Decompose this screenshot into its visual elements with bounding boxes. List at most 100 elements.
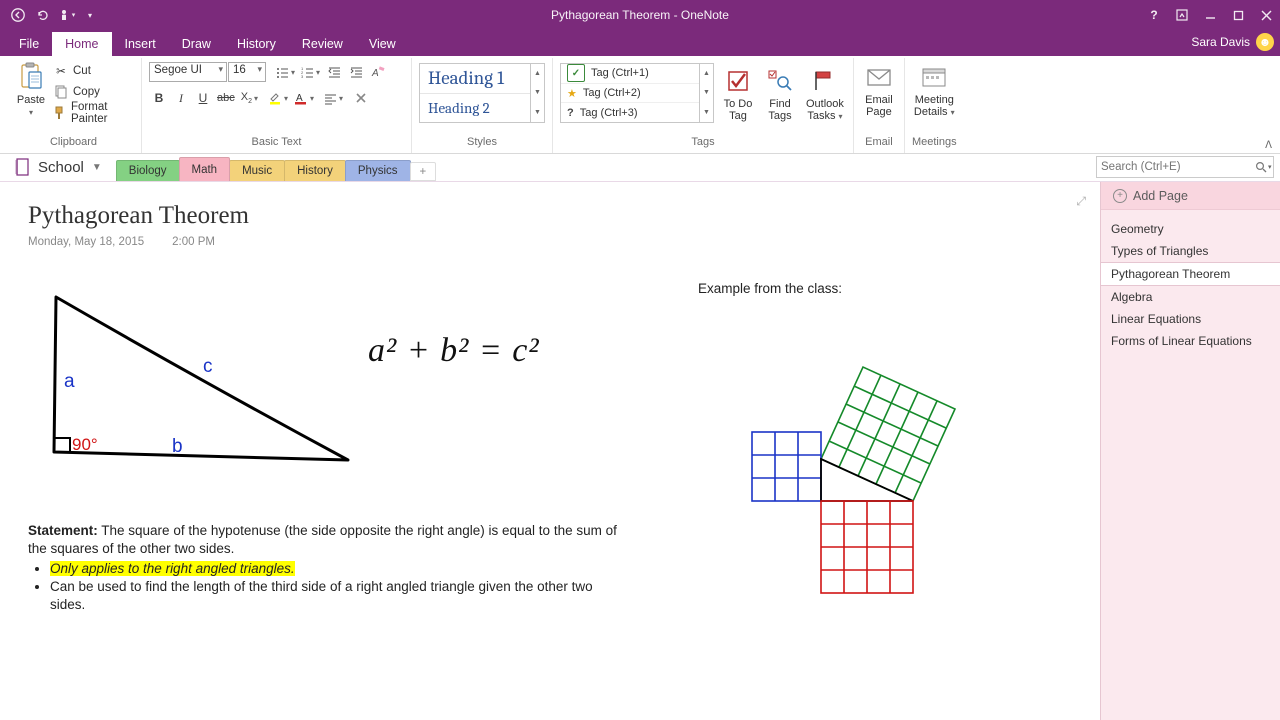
close-button[interactable] <box>1252 0 1280 30</box>
add-section-button[interactable]: + <box>410 162 437 181</box>
customize-qat-button[interactable]: ▾ <box>78 3 102 27</box>
undo-button[interactable] <box>30 3 54 27</box>
tab-file[interactable]: File <box>6 32 52 56</box>
format-painter-button[interactable]: Format Painter <box>51 102 134 123</box>
equation-drawing: a² + b² = c² <box>368 332 540 370</box>
cut-button[interactable]: ✂Cut <box>51 60 134 81</box>
bold-button[interactable]: B <box>149 88 169 108</box>
todo-tag-button[interactable]: To Do Tag <box>720 63 756 124</box>
tab-history[interactable]: History <box>224 32 289 56</box>
expand-page-button[interactable]: ⤢ <box>1076 194 1086 209</box>
page-item-linear-eq[interactable]: Linear Equations <box>1101 308 1280 330</box>
outdent-button[interactable] <box>324 62 344 82</box>
search-icon[interactable]: ▾ <box>1255 161 1272 173</box>
svg-text:c: c <box>203 356 213 377</box>
copy-icon <box>53 84 69 100</box>
paste-label: Paste <box>17 94 45 106</box>
section-tab-math[interactable]: Math <box>179 157 231 181</box>
meeting-details-button[interactable]: Meeting Details ▾ <box>912 59 957 121</box>
delete-button[interactable] <box>351 88 371 108</box>
styles-more[interactable]: ▼ <box>531 103 544 122</box>
group-label-email: Email <box>861 136 897 153</box>
tab-draw[interactable]: Draw <box>169 32 224 56</box>
question-icon: ? <box>567 107 574 119</box>
minimize-button[interactable] <box>1196 0 1224 30</box>
highlight-button[interactable] <box>266 88 290 108</box>
underline-button[interactable]: U <box>193 88 213 108</box>
find-tags-button[interactable]: Find Tags <box>762 63 798 124</box>
paste-button[interactable]: Paste▾ <box>13 59 49 121</box>
copy-button[interactable]: Copy <box>51 81 134 102</box>
tags-up[interactable]: ▲ <box>700 64 713 83</box>
collapse-ribbon-button[interactable]: ᐱ <box>1265 140 1272 151</box>
page-item-algebra[interactable]: Algebra <box>1101 286 1280 308</box>
styles-up[interactable]: ▲ <box>531 64 544 83</box>
styles-gallery[interactable]: Heading 1 Heading 2 <box>419 63 531 123</box>
triangle-drawing: a b c 90° <box>28 282 358 482</box>
section-tab-music[interactable]: Music <box>229 160 285 181</box>
font-size-selector[interactable]: 16 <box>228 62 266 82</box>
notebook-bar: School▼ Biology Math Music History Physi… <box>0 154 1280 182</box>
squares-proof-drawing <box>688 304 988 594</box>
page-item-linear-forms[interactable]: Forms of Linear Equations <box>1101 330 1280 352</box>
strikethrough-button[interactable]: abc <box>215 88 237 108</box>
styles-down[interactable]: ▼ <box>531 83 544 102</box>
user-name: Sara Davis <box>1191 35 1250 49</box>
tags-gallery[interactable]: ✓Tag (Ctrl+1) ★Tag (Ctrl+2) ?Tag (Ctrl+3… <box>560 63 700 123</box>
page-item-pythagorean[interactable]: Pythagorean Theorem <box>1101 262 1280 286</box>
tab-view[interactable]: View <box>356 32 409 56</box>
chevron-down-icon: ▼ <box>92 162 102 173</box>
section-tab-history[interactable]: History <box>284 160 346 181</box>
tag-3[interactable]: ?Tag (Ctrl+3) <box>561 102 699 122</box>
tag-1[interactable]: ✓Tag (Ctrl+1) <box>561 64 699 83</box>
ribbon-display-button[interactable] <box>1168 0 1196 30</box>
numbering-button[interactable]: 123 <box>299 62 322 82</box>
back-button[interactable] <box>6 3 30 27</box>
page-canvas[interactable]: ⤢ Pythagorean Theorem Monday, May 18, 20… <box>0 182 1100 720</box>
group-label-styles: Styles <box>419 136 545 153</box>
group-label-tags: Tags <box>560 136 846 153</box>
page-title[interactable]: Pythagorean Theorem <box>28 202 1072 230</box>
ribbon: Paste▾ ✂Cut Copy Format Painter Clipboar… <box>0 56 1280 154</box>
page-item-geometry[interactable]: Geometry <box>1101 218 1280 240</box>
clear-formatting-button[interactable]: A <box>368 62 388 82</box>
search-box[interactable]: ▾ <box>1096 156 1274 178</box>
font-selector[interactable]: Segoe UI <box>149 62 227 82</box>
scissors-icon: ✂ <box>53 63 69 79</box>
touch-mode-button[interactable]: ▾ <box>54 3 78 27</box>
menu-bar: File Home Insert Draw History Review Vie… <box>0 30 1280 56</box>
font-color-button[interactable]: A <box>292 88 316 108</box>
section-tab-biology[interactable]: Biology <box>116 160 180 181</box>
indent-button[interactable] <box>346 62 366 82</box>
notebook-selector[interactable]: School▼ <box>10 154 108 181</box>
title-bar: ▾ ▾ Pythagorean Theorem - OneNote ? <box>0 0 1280 30</box>
bullets-button[interactable] <box>274 62 297 82</box>
tags-more[interactable]: ▼ <box>700 103 713 122</box>
style-heading1[interactable]: Heading 1 <box>420 64 530 94</box>
style-heading2[interactable]: Heading 2 <box>420 94 530 123</box>
tab-home[interactable]: Home <box>52 32 111 56</box>
search-input[interactable] <box>1101 161 1255 173</box>
svg-text:90°: 90° <box>72 435 98 454</box>
tab-review[interactable]: Review <box>289 32 356 56</box>
tags-spinner: ▲▼▼ <box>700 63 714 123</box>
align-button[interactable] <box>322 88 345 108</box>
tab-insert[interactable]: Insert <box>112 32 169 56</box>
calendar-icon <box>918 61 950 93</box>
tags-down[interactable]: ▼ <box>700 83 713 102</box>
statement-label: Statement: <box>28 523 98 538</box>
section-tab-physics[interactable]: Physics <box>345 160 411 181</box>
maximize-button[interactable] <box>1224 0 1252 30</box>
svg-text:A: A <box>371 68 379 79</box>
statement-block[interactable]: Statement: The square of the hypotenuse … <box>28 522 628 614</box>
add-page-button[interactable]: +Add Page <box>1101 182 1280 210</box>
tag-2[interactable]: ★Tag (Ctrl+2) <box>561 83 699 103</box>
smile-icon: ☻ <box>1256 33 1274 51</box>
email-page-button[interactable]: Email Page <box>861 59 897 120</box>
user-menu[interactable]: Sara Davis ☻ <box>1191 33 1274 56</box>
italic-button[interactable]: I <box>171 88 191 108</box>
subscript-button[interactable]: X2 <box>239 88 260 108</box>
outlook-tasks-button[interactable]: Outlook Tasks ▾ <box>804 63 846 125</box>
page-item-triangle-types[interactable]: Types of Triangles <box>1101 240 1280 262</box>
help-button[interactable]: ? <box>1140 0 1168 30</box>
